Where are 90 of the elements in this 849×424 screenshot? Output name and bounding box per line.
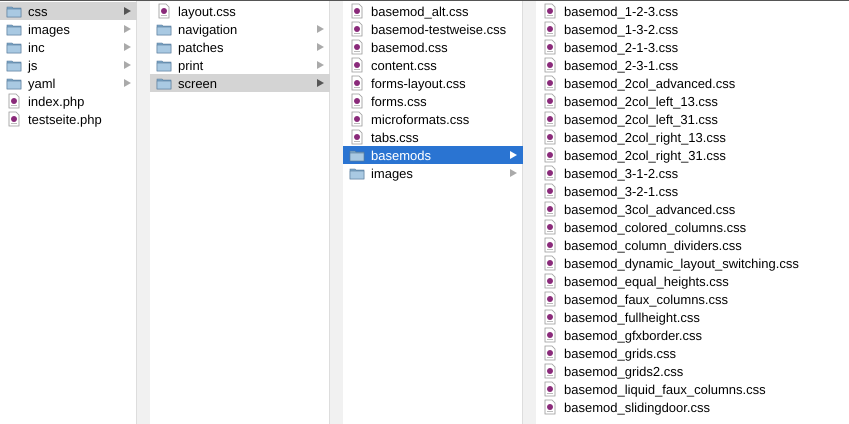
file-list-item[interactable]: microformats.css [343,110,523,128]
php-file-icon [349,57,365,73]
php-file-icon [349,129,365,145]
file-list-item[interactable]: basemod_equal_heights.css [536,272,849,290]
disclosure-arrow-icon [124,25,131,33]
file-list-item[interactable]: css [0,2,137,20]
file-list-item[interactable]: index.php [0,92,137,110]
disclosure-arrow-icon [510,169,517,177]
file-list-item[interactable]: basemod_1-3-2.css [536,20,849,38]
file-list-item[interactable]: basemod_2col_right_13.css [536,128,849,146]
file-list-item[interactable]: basemod_dynamic_layout_switching.css [536,254,849,272]
php-file-icon [542,93,558,109]
file-list-item[interactable]: navigation [150,20,330,38]
file-list-item[interactable]: basemod_grids2.css [536,362,849,380]
php-file-icon [542,219,558,235]
php-file-icon [349,21,365,37]
file-list-item[interactable]: forms.css [343,92,523,110]
file-list-item[interactable]: basemod_column_dividers.css [536,236,849,254]
php-file-icon [542,273,558,289]
php-file-icon [542,21,558,37]
php-file-icon [542,327,558,343]
file-list-item[interactable]: basemod_1-2-3.css [536,2,849,20]
file-list-item[interactable]: basemod_2-1-3.css [536,38,849,56]
php-file-icon [349,111,365,127]
php-file-icon [542,39,558,55]
php-file-icon [542,111,558,127]
file-list-item[interactable]: basemods [343,146,523,164]
file-list-item[interactable]: layout.css [150,2,330,20]
disclosure-arrow-icon [317,61,324,69]
php-file-icon [542,201,558,217]
php-file-icon [542,3,558,19]
file-list-item[interactable]: basemod_fullheight.css [536,308,849,326]
php-file-icon [542,75,558,91]
disclosure-arrow-icon [124,7,131,15]
file-list-item[interactable]: basemod_3-1-2.css [536,164,849,182]
php-file-icon [542,165,558,181]
file-list-item[interactable]: basemod_gfxborder.css [536,326,849,344]
file-list-item[interactable]: basemod-testweise.css [343,20,523,38]
php-file-icon [542,399,558,415]
php-file-icon [542,309,558,325]
file-list-item[interactable]: basemod_colored_columns.css [536,218,849,236]
disclosure-arrow-icon [317,79,324,87]
file-list-item[interactable]: basemod_2col_advanced.css [536,74,849,92]
php-file-icon [542,381,558,397]
file-list-item[interactable]: basemod_alt.css [343,2,523,20]
file-list-item[interactable]: inc [0,38,137,56]
file-list-item[interactable]: basemod_grids.css [536,344,849,362]
file-list-item[interactable]: images [343,164,523,182]
php-file-icon [6,111,22,127]
php-file-icon [542,183,558,199]
file-list-item[interactable]: basemod_slidingdoor.css [536,398,849,416]
php-file-icon [349,75,365,91]
disclosure-arrow-icon [124,79,131,87]
php-file-icon [6,93,22,109]
file-list-item[interactable]: basemod_2col_left_13.css [536,92,849,110]
file-list-item[interactable]: screen [150,74,330,92]
disclosure-arrow-icon [124,43,131,51]
php-file-icon [542,147,558,163]
file-list-item[interactable]: basemod_3col_advanced.css [536,200,849,218]
file-list-item[interactable]: images [0,20,137,38]
file-list-item[interactable]: basemod_2col_right_31.css [536,146,849,164]
file-list-item[interactable]: basemod_liquid_faux_columns.css [536,380,849,398]
disclosure-arrow-icon [510,151,517,159]
file-list-item[interactable]: print [150,56,330,74]
php-file-icon [542,345,558,361]
disclosure-arrow-icon [317,25,324,33]
file-list-item[interactable]: basemod.css [343,38,523,56]
file-list-item[interactable]: yaml [0,74,137,92]
php-file-icon [349,39,365,55]
php-file-icon [542,363,558,379]
disclosure-arrow-icon [317,43,324,51]
file-list-item[interactable]: basemod_2-3-1.css [536,56,849,74]
file-list-item[interactable]: basemod_3-2-1.css [536,182,849,200]
file-list-item[interactable]: testseite.php [0,110,137,128]
file-list-item[interactable]: js [0,56,137,74]
file-list-item[interactable]: patches [150,38,330,56]
php-file-icon [542,255,558,271]
php-file-icon [542,57,558,73]
file-list-item[interactable]: basemod_faux_columns.css [536,290,849,308]
php-file-icon [542,291,558,307]
php-file-icon [349,3,365,19]
file-list-item[interactable]: content.css [343,56,523,74]
file-list-item[interactable]: basemod_2col_left_31.css [536,110,849,128]
disclosure-arrow-icon [124,61,131,69]
php-file-icon [349,93,365,109]
file-list-item[interactable]: forms-layout.css [343,74,523,92]
file-list-item[interactable]: tabs.css [343,128,523,146]
php-file-icon [542,237,558,253]
php-file-icon [542,129,558,145]
php-file-icon [156,3,172,19]
